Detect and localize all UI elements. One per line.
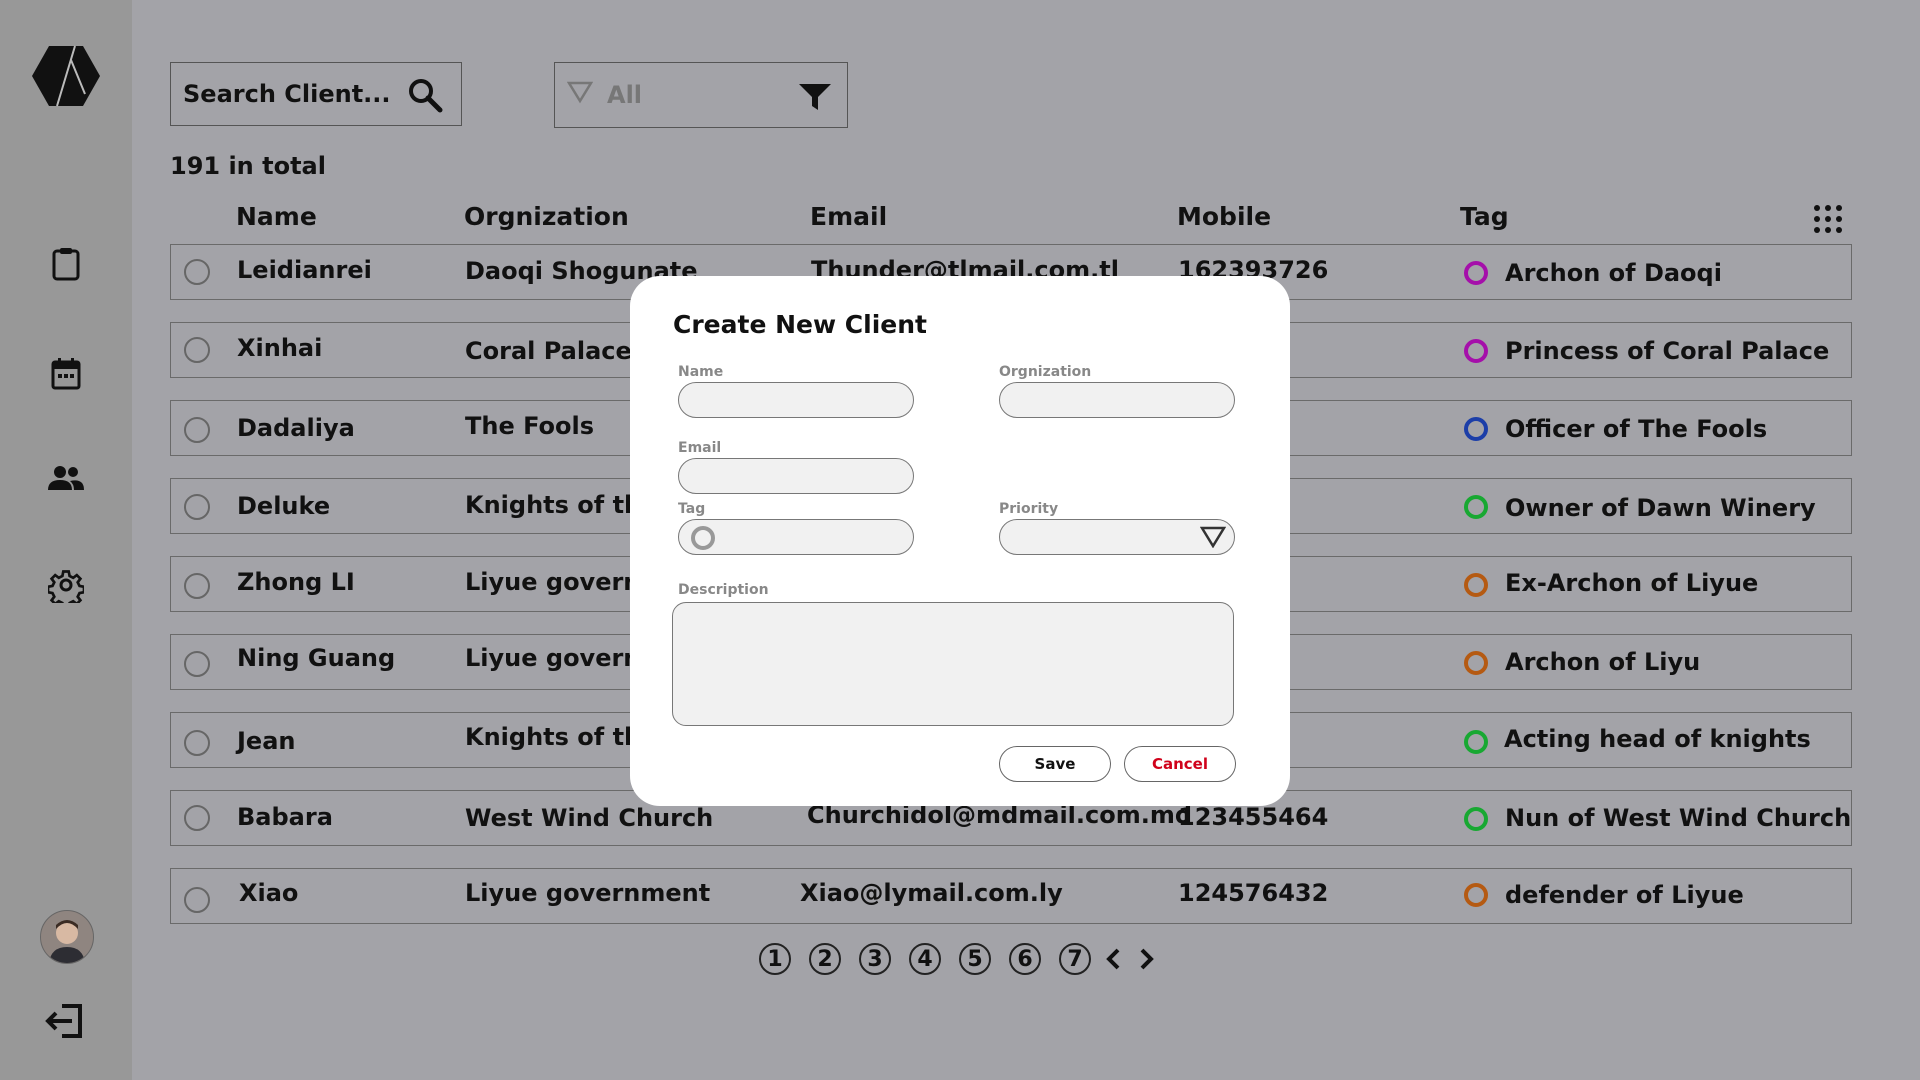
row-mobile: 124576432	[1178, 879, 1329, 907]
create-client-dialog: Create New Client Name Orgnization Email…	[630, 276, 1290, 806]
row-name: Jean	[237, 727, 296, 755]
row-select-radio[interactable]	[184, 494, 210, 520]
total-count: 191 in total	[170, 152, 326, 180]
pagination: 1 2 3 4 5 6 7	[759, 943, 1169, 975]
email-field[interactable]	[678, 458, 914, 494]
page-button-5[interactable]: 5	[959, 943, 991, 975]
row-tag: Nun of West Wind Church	[1505, 804, 1852, 832]
row-select-radio[interactable]	[184, 651, 210, 677]
filter-dropdown[interactable]: All	[554, 62, 848, 128]
tag-color-ring	[1464, 261, 1488, 285]
row-select-radio[interactable]	[184, 259, 210, 285]
tag-color-ring	[1464, 883, 1488, 907]
row-tag: Owner of Dawn Winery	[1505, 494, 1816, 522]
row-select-radio[interactable]	[184, 730, 210, 756]
logout-icon[interactable]	[42, 998, 88, 1044]
avatar[interactable]	[40, 910, 94, 964]
column-header-name: Name	[236, 202, 317, 231]
row-name: Xiao	[239, 879, 299, 907]
row-organization: Coral Palace	[465, 337, 632, 365]
tag-color-ring	[1464, 730, 1488, 754]
row-organization: Liyue government	[465, 879, 711, 907]
row-select-radio[interactable]	[184, 337, 210, 363]
organization-field[interactable]	[999, 382, 1235, 418]
page-button-1[interactable]: 1	[759, 943, 791, 975]
search-input[interactable]: Search Client...	[170, 62, 462, 126]
calendar-icon[interactable]	[44, 352, 88, 396]
clipboard-icon[interactable]	[44, 242, 88, 286]
row-name: Babara	[237, 803, 333, 831]
row-name: Ning Guang	[237, 644, 396, 672]
row-tag: Archon of Liyu	[1505, 648, 1701, 676]
row-select-radio[interactable]	[184, 887, 210, 913]
row-select-radio[interactable]	[184, 573, 210, 599]
priority-select[interactable]	[999, 519, 1235, 555]
description-label: Description	[678, 582, 769, 598]
row-name: Deluke	[237, 492, 331, 520]
row-tag: Archon of Daoqi	[1505, 259, 1722, 287]
priority-label: Priority	[999, 501, 1059, 517]
email-label: Email	[678, 440, 722, 456]
tag-color-ring	[1464, 495, 1488, 519]
tag-color-ring	[1464, 807, 1488, 831]
column-header-mobile: Mobile	[1177, 202, 1272, 231]
tag-color-ring	[1464, 573, 1488, 597]
page-button-4[interactable]: 4	[909, 943, 941, 975]
row-name: Zhong LI	[237, 568, 355, 596]
dialog-title: Create New Client	[673, 310, 927, 339]
sidebar	[0, 0, 132, 1080]
search-placeholder: Search Client...	[183, 80, 391, 108]
row-tag: Officer of The Fools	[1505, 415, 1768, 443]
page-button-3[interactable]: 3	[859, 943, 891, 975]
tag-color-picker-icon[interactable]	[691, 526, 715, 550]
row-mobile: 123455464	[1178, 803, 1329, 831]
row-tag: Acting head of knights	[1504, 725, 1811, 753]
name-label: Name	[678, 364, 724, 380]
tag-label: Tag	[678, 501, 706, 517]
page-button-2[interactable]: 2	[809, 943, 841, 975]
row-organization: Knights of the	[465, 723, 658, 751]
column-header-tag: Tag	[1460, 202, 1509, 231]
tag-color-ring	[1464, 339, 1488, 363]
row-name: Xinhai	[237, 334, 323, 362]
row-select-radio[interactable]	[184, 417, 210, 443]
row-select-radio[interactable]	[184, 805, 210, 831]
logo-icon[interactable]	[31, 44, 101, 108]
people-icon[interactable]	[44, 456, 88, 500]
cancel-button[interactable]: Cancel	[1124, 746, 1236, 782]
save-button[interactable]: Save	[999, 746, 1111, 782]
chevron-left-icon[interactable]	[1101, 943, 1125, 975]
column-header-email: Email	[810, 202, 888, 231]
row-organization: The Fools	[465, 412, 594, 440]
row-email[interactable]: Xiao@lymail.com.ly	[800, 879, 1063, 907]
chevron-right-icon[interactable]	[1135, 943, 1159, 975]
description-textarea[interactable]	[672, 602, 1234, 726]
filter-outline-icon	[566, 80, 594, 110]
tag-field[interactable]	[678, 519, 914, 555]
filter-solid-icon[interactable]	[799, 83, 831, 117]
filter-value: All	[607, 81, 643, 109]
row-name: Dadaliya	[237, 414, 355, 442]
row-organization: West Wind Church	[465, 804, 714, 832]
grid-dots-icon[interactable]	[1812, 203, 1844, 235]
triangle-down-icon	[1199, 526, 1227, 552]
row-tag: Ex-Archon of Liyue	[1505, 569, 1759, 597]
page-button-7[interactable]: 7	[1059, 943, 1091, 975]
column-header-organization: Orgnization	[464, 202, 629, 231]
row-tag: Princess of Coral Palace	[1505, 337, 1830, 365]
tag-color-ring	[1464, 651, 1488, 675]
search-icon[interactable]	[407, 77, 443, 119]
organization-label: Orgnization	[999, 364, 1092, 380]
gear-icon[interactable]	[44, 563, 88, 607]
row-tag: defender of Liyue	[1505, 881, 1744, 909]
row-name: Leidianrei	[237, 256, 372, 284]
name-field[interactable]	[678, 382, 914, 418]
row-organization: Knights of the	[465, 491, 658, 519]
table-row[interactable]: Xiao Liyue government Xiao@lymail.com.ly…	[170, 868, 1852, 924]
page-button-6[interactable]: 6	[1009, 943, 1041, 975]
tag-color-ring	[1464, 417, 1488, 441]
